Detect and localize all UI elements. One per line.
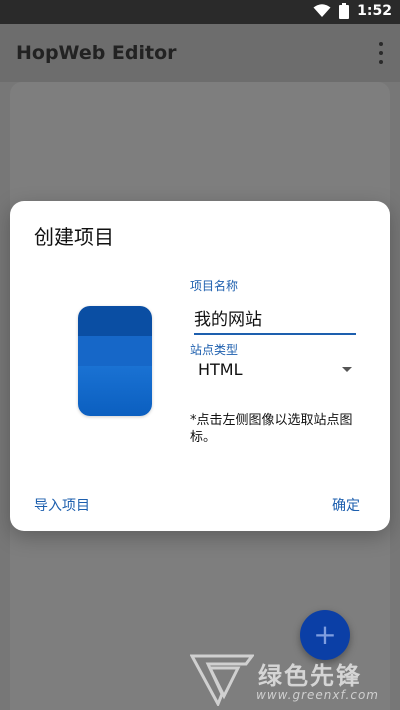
- icon-hint-text: *点击左侧图像以选取站点图标。: [190, 413, 353, 445]
- watermark-text: 绿色先锋: [258, 662, 362, 690]
- status-bar: 1:52: [0, 0, 400, 24]
- app-title: HopWeb Editor: [16, 42, 177, 64]
- plus-icon: +: [313, 618, 337, 651]
- battery-icon: [339, 3, 350, 19]
- project-name-label: 项目名称: [190, 279, 239, 293]
- app-bar: HopWeb Editor: [0, 24, 400, 82]
- site-type-value: HTML: [198, 359, 243, 379]
- status-time: 1:52: [357, 3, 392, 19]
- watermark-logo-icon: [190, 654, 254, 706]
- site-type-select[interactable]: HTML: [194, 356, 356, 382]
- site-icon-picker[interactable]: [78, 306, 152, 416]
- watermark: 绿色先锋 www.greenxf.com: [190, 650, 400, 710]
- project-name-input[interactable]: [194, 303, 356, 335]
- import-project-button[interactable]: 导入项目: [34, 495, 90, 515]
- wifi-icon: [313, 4, 331, 17]
- create-project-dialog: 创建项目 项目名称 站点类型 HTML *点击左侧图像以选取站点图标。 导入项目…: [10, 201, 390, 531]
- dialog-title: 创建项目: [34, 225, 114, 249]
- confirm-button[interactable]: 确定: [332, 495, 360, 515]
- dropdown-arrow-icon: [342, 366, 352, 372]
- watermark-url: www.greenxf.com: [256, 688, 379, 702]
- more-vert-icon[interactable]: [376, 42, 386, 64]
